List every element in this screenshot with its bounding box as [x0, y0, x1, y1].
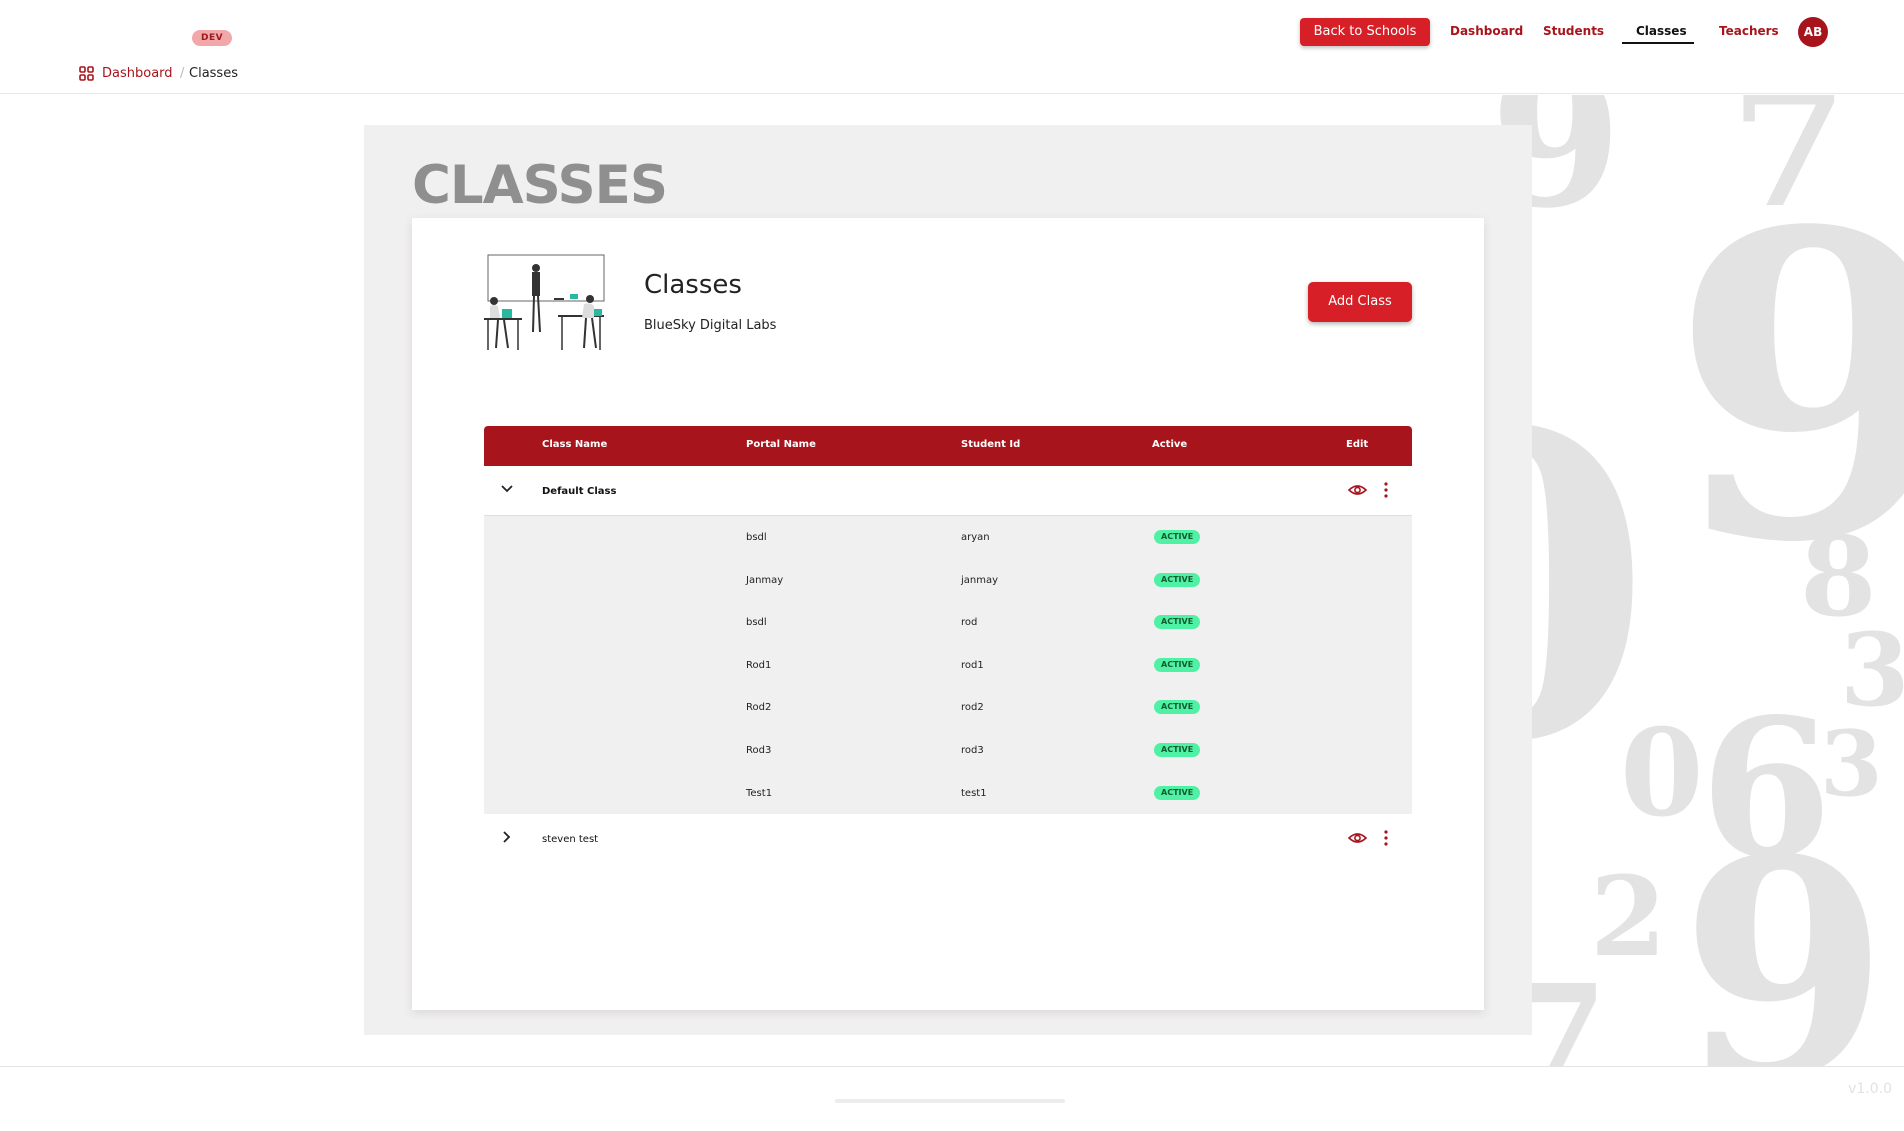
student-row[interactable]: Rod2 rod2 ACTIVE: [484, 686, 1412, 729]
student-row[interactable]: Janmay janmay ACTIVE: [484, 559, 1412, 602]
more-options-icon[interactable]: [1384, 481, 1388, 499]
student-id: test1: [961, 787, 987, 799]
student-portal-name: Rod3: [746, 744, 772, 756]
user-avatar[interactable]: AB: [1798, 17, 1828, 47]
column-header-student-id[interactable]: Student Id: [961, 439, 1020, 450]
student-portal-name: bsdl: [746, 532, 767, 543]
student-row[interactable]: Test1 test1 ACTIVE: [484, 772, 1412, 815]
student-portal-name: Janmay: [746, 574, 784, 586]
back-to-schools-button[interactable]: Back to Schools: [1300, 18, 1430, 46]
student-id: janmay: [961, 574, 999, 586]
student-row[interactable]: bsdl rod ACTIVE: [484, 601, 1412, 644]
nav-link-students[interactable]: Students: [1543, 24, 1604, 38]
dashboard-grid-icon: [79, 66, 94, 81]
card-title: Classes: [644, 270, 742, 300]
active-status-badge: ACTIVE: [1154, 572, 1201, 587]
breadcrumb-separator: /: [180, 66, 185, 81]
active-status-badge: ACTIVE: [1154, 700, 1201, 715]
student-id: rod2: [961, 702, 984, 714]
active-nav-indicator: [1622, 42, 1694, 44]
classes-card: Classes BlueSky Digital Labs Add Class C…: [412, 218, 1484, 1010]
decorative-numbers-background: 9 7 9 0 8 6 0 2 3 3 9 7: [1480, 95, 1904, 1067]
column-header-class-name[interactable]: Class Name: [542, 439, 607, 450]
student-row[interactable]: Rod1 rod1 ACTIVE: [484, 644, 1412, 687]
page-title: CLASSES: [412, 155, 668, 216]
environment-badge: DEV: [192, 30, 233, 46]
active-status-badge: ACTIVE: [1154, 742, 1201, 757]
student-portal-name: Test1: [746, 787, 773, 799]
student-id: rod: [961, 617, 978, 629]
active-status-badge: ACTIVE: [1154, 657, 1201, 672]
breadcrumb-current: Classes: [189, 66, 238, 81]
school-name: BlueSky Digital Labs: [644, 318, 777, 333]
footer: v1.0.0: [0, 1066, 1904, 1131]
classroom-illustration: [484, 254, 605, 350]
top-navigation-bar: DEV Back to Schools Dashboard Students C…: [0, 0, 1904, 94]
student-id: rod1: [961, 659, 984, 671]
class-row[interactable]: steven test: [484, 814, 1412, 865]
class-row[interactable]: Default Class: [484, 466, 1412, 516]
add-class-button[interactable]: Add Class: [1308, 282, 1412, 322]
svg-text:9: 9: [1680, 793, 1889, 1067]
active-status-badge: ACTIVE: [1154, 530, 1201, 544]
breadcrumb-dashboard[interactable]: Dashboard: [102, 66, 173, 81]
class-students-list: bsdl aryan ACTIVE Janmay janmay ACTIVE b…: [484, 516, 1412, 815]
chevron-right-icon[interactable]: [500, 830, 514, 844]
column-header-portal-name[interactable]: Portal Name: [746, 439, 816, 450]
view-eye-icon[interactable]: [1348, 483, 1367, 497]
student-portal-name: Rod2: [746, 702, 772, 714]
column-header-active[interactable]: Active: [1152, 439, 1187, 450]
student-id: rod3: [961, 744, 984, 756]
classes-table: Class Name Portal Name Student Id Active…: [484, 426, 1412, 865]
active-status-badge: ACTIVE: [1154, 785, 1201, 800]
nav-link-dashboard[interactable]: Dashboard: [1450, 24, 1523, 38]
active-status-badge: ACTIVE: [1154, 615, 1201, 630]
student-row[interactable]: Rod3 rod3 ACTIVE: [484, 729, 1412, 772]
student-id: aryan: [961, 532, 990, 543]
nav-link-teachers[interactable]: Teachers: [1719, 24, 1779, 38]
chevron-down-icon[interactable]: [500, 482, 514, 496]
footer-divider: [835, 1099, 1065, 1103]
more-options-icon[interactable]: [1384, 829, 1388, 847]
student-row[interactable]: bsdl aryan ACTIVE: [484, 516, 1412, 559]
nav-link-classes[interactable]: Classes: [1636, 24, 1687, 38]
student-portal-name: bsdl: [746, 617, 767, 629]
table-header: Class Name Portal Name Student Id Active…: [484, 426, 1412, 466]
column-header-edit: Edit: [1346, 439, 1369, 450]
class-name: steven test: [542, 834, 599, 846]
view-eye-icon[interactable]: [1348, 831, 1367, 845]
app-version: v1.0.0: [1848, 1081, 1892, 1097]
student-portal-name: Rod1: [746, 659, 772, 671]
class-name: Default Class: [542, 486, 617, 497]
